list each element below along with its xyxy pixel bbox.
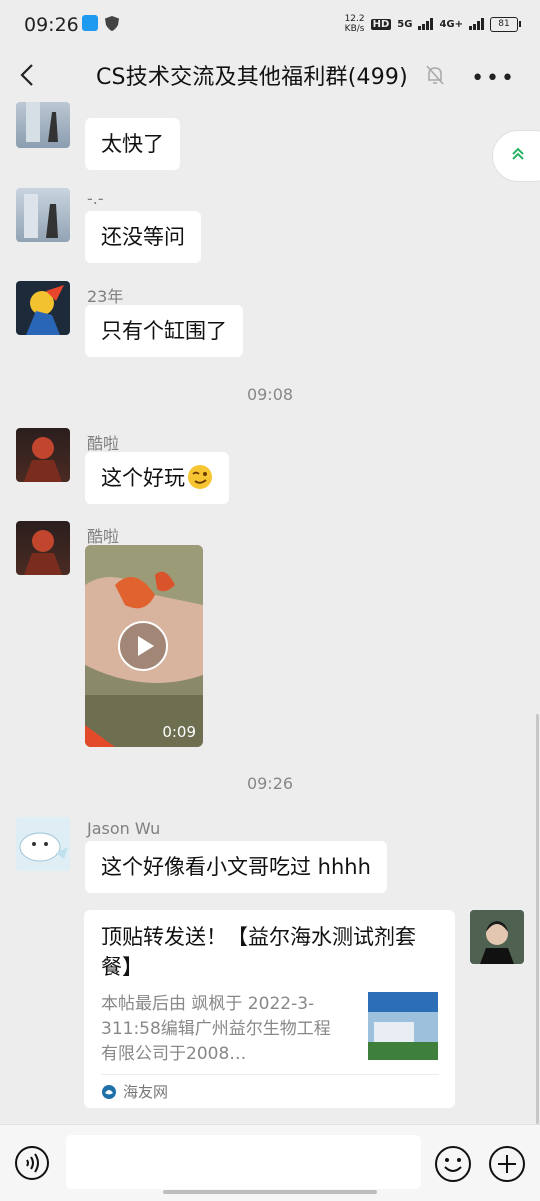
message-bubble[interactable]: 只有个缸围了	[85, 305, 243, 357]
message-input[interactable]	[66, 1135, 421, 1189]
emoji-icon[interactable]	[434, 1145, 472, 1183]
message-bubble[interactable]: 这个好玩	[85, 452, 229, 504]
sender-name: -.-	[87, 189, 104, 208]
video-message[interactable]: 0:09	[85, 545, 203, 747]
card-description: 本帖最后由 飒枫于 2022-3-311:58编辑广州益尔生物工程有限公司于20…	[101, 994, 331, 1064]
avatar[interactable]	[16, 188, 70, 242]
message-bubble[interactable]: 这个好像看小文哥吃过 hhhh	[85, 841, 387, 893]
my-avatar[interactable]	[470, 910, 524, 964]
message-bubble[interactable]: 太快了	[85, 118, 180, 170]
card-title: 顶贴转发送！【益尔海水测试剂套餐】	[101, 925, 416, 979]
scrollbar[interactable]	[536, 714, 539, 1124]
shield-icon	[105, 16, 119, 31]
signal-4g-icon	[469, 18, 484, 30]
chat-area[interactable]: 太快了 -.- 还没等问 23年 只有个缸围了 09:08 酷啦 这个好玩 酷啦	[0, 102, 540, 1124]
status-time: 09:26	[24, 14, 79, 36]
double-chevron-up-icon	[512, 147, 524, 160]
4g-label: 4G+	[439, 18, 463, 30]
home-indicator[interactable]	[163, 1190, 377, 1194]
battery-indicator: 81	[490, 16, 521, 32]
chat-header: CS技术交流及其他福利群(499) •••	[0, 50, 540, 102]
card-source: 海友网	[101, 1081, 168, 1102]
avatar[interactable]	[16, 521, 70, 575]
chat-title: CS技术交流及其他福利群(499)	[96, 65, 408, 90]
plus-icon[interactable]	[488, 1145, 526, 1183]
video-duration: 0:09	[162, 723, 196, 741]
sender-name: 23年	[87, 287, 124, 306]
more-options-icon[interactable]: •••	[471, 66, 516, 91]
timestamp: 09:08	[246, 385, 294, 404]
hd-badge: HD	[370, 18, 392, 30]
card-thumbnail	[368, 992, 438, 1060]
back-arrow-icon[interactable]	[16, 62, 40, 88]
status-bar: 09:26 12.2 KB/s HD 5G 4G+ 81	[0, 0, 540, 50]
divider	[101, 1074, 439, 1075]
avatar[interactable]	[16, 102, 70, 148]
message-bubble[interactable]: 还没等问	[85, 211, 201, 263]
avatar[interactable]	[16, 817, 70, 871]
app-notification-icon	[82, 15, 98, 31]
shared-link-card[interactable]: 顶贴转发送！【益尔海水测试剂套餐】 本帖最后由 飒枫于 2022-3-311:5…	[84, 910, 455, 1108]
network-speed: 12.2 KB/s	[344, 14, 365, 34]
timestamp: 09:26	[246, 774, 294, 793]
sender-name: 酷啦	[87, 527, 120, 546]
avatar[interactable]	[16, 428, 70, 482]
site-logo-icon	[102, 1084, 116, 1099]
sender-name: Jason Wu	[87, 819, 161, 838]
mute-bell-icon	[426, 65, 444, 85]
voice-input-icon[interactable]	[14, 1145, 50, 1181]
avatar[interactable]	[16, 281, 70, 335]
signal-5g-icon	[418, 18, 434, 30]
play-icon[interactable]	[118, 621, 168, 671]
sender-name: 酷啦	[87, 434, 120, 453]
5g-label: 5G	[397, 18, 413, 30]
jump-to-mentions-button[interactable]	[492, 130, 540, 182]
emoji-icon	[188, 465, 212, 489]
